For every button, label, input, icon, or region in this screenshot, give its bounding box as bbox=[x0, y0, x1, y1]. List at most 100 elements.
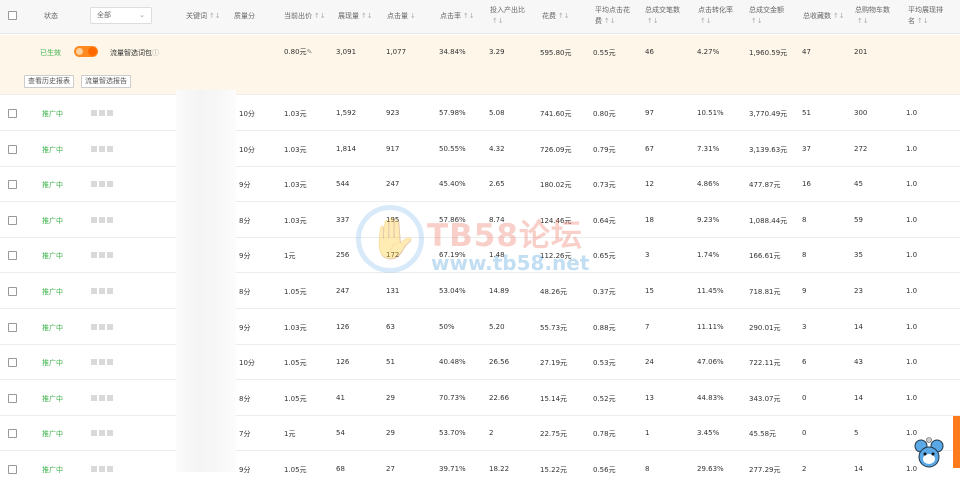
ctr-cell: 39.71% bbox=[439, 465, 466, 473]
clicks-cell: 247 bbox=[386, 180, 400, 189]
orders-cell: 13 bbox=[645, 393, 654, 402]
avg-cpc-cell: 0.64元 bbox=[593, 216, 616, 225]
header-bid[interactable]: 当前出价 ↑↓ bbox=[284, 11, 326, 22]
fav-cell: 37 bbox=[802, 144, 811, 153]
row-checkbox[interactable] bbox=[8, 393, 17, 403]
clicks-cell: 29 bbox=[386, 429, 395, 438]
orders-cell: 1 bbox=[645, 429, 650, 438]
select-all-checkbox[interactable] bbox=[8, 11, 17, 20]
row-checkbox[interactable] bbox=[8, 251, 17, 261]
avg-rank-cell: 1.0 bbox=[906, 251, 918, 260]
header-fav[interactable]: 总收藏数 ↑↓ bbox=[803, 11, 845, 22]
fav-cell: 8 bbox=[802, 215, 807, 224]
row-checkbox[interactable] bbox=[8, 429, 17, 439]
cart-cell: 300 bbox=[854, 109, 868, 117]
table-row: 推广中 9分 1.05元 68 27 39.71% 18.22 15.22元 0.56元 8 29.… bbox=[0, 452, 960, 486]
quality-cell: 8分 bbox=[239, 216, 251, 225]
bid-cell[interactable]: 1.05元 bbox=[284, 465, 307, 475]
header-clicks[interactable]: 点击量 ↓ bbox=[387, 11, 416, 22]
fav-cell: 16 bbox=[802, 180, 811, 189]
ctr-cell: 70.73% bbox=[439, 393, 466, 402]
impressions-cell: 126 bbox=[336, 358, 350, 367]
row-checkbox[interactable] bbox=[8, 215, 17, 225]
summary-orders: 46 bbox=[645, 48, 654, 56]
impressions-cell: 1,814 bbox=[336, 144, 357, 153]
mascot-icon[interactable] bbox=[914, 436, 944, 470]
table-row: 推广中 8分 1.05元 247 131 53.04% 14.89 48.26元 0.37元 15… bbox=[0, 274, 960, 309]
avg-cpc-cell: 0.53元 bbox=[593, 359, 616, 368]
bid-cell[interactable]: 1.03元 bbox=[284, 323, 307, 333]
bid-cell[interactable]: 1.05元 bbox=[284, 358, 307, 368]
row-status: 推广中 bbox=[42, 323, 63, 332]
avg-cpc-cell: 0.79元 bbox=[593, 145, 616, 154]
bid-cell[interactable]: 1.03元 bbox=[284, 180, 307, 190]
header-amount[interactable]: 总成交金额 ↑↓ bbox=[749, 5, 784, 27]
header-roi[interactable]: 投入产出比 ↑↓ bbox=[490, 5, 525, 27]
bid-cell[interactable]: 1.03元 bbox=[284, 216, 307, 226]
header-avg-rank[interactable]: 平均展现排名 ↑↓ bbox=[908, 5, 943, 27]
ctr-cell: 40.48% bbox=[439, 358, 466, 367]
amount-cell: 722.11元 bbox=[749, 359, 781, 368]
bid-cell[interactable]: 1.05元 bbox=[284, 394, 307, 404]
bid-cell[interactable]: 1.03元 bbox=[284, 109, 307, 119]
header-keyword[interactable]: 关键词 ↑↓ bbox=[186, 11, 221, 22]
bid-cell[interactable]: 1元 bbox=[284, 251, 295, 261]
row-action-placeholders bbox=[91, 359, 115, 367]
header-impressions[interactable]: 展现量 ↑↓ bbox=[338, 11, 373, 22]
watermark-text: TB58论坛 bbox=[427, 218, 583, 254]
view-history-report-button[interactable]: 查看历史报表 bbox=[24, 75, 74, 88]
amount-cell: 343.07元 bbox=[749, 394, 781, 403]
ctr-cell: 53.70% bbox=[439, 429, 466, 438]
header-cost[interactable]: 花费 ↑↓ bbox=[542, 11, 570, 22]
row-status: 推广中 bbox=[42, 288, 63, 296]
header-avg-cpc[interactable]: 平均点击花费 ↑↓ bbox=[595, 5, 630, 27]
header-cvr[interactable]: 点击转化率 ↑↓ bbox=[698, 5, 733, 27]
table-row: 推广中 8分 1.05元 41 29 70.73% 22.66 15.14元 0.52元 13 44… bbox=[0, 381, 960, 416]
roi-cell: 4.32 bbox=[489, 144, 505, 153]
impressions-cell: 68 bbox=[336, 465, 345, 473]
row-status: 推广中 bbox=[42, 110, 63, 118]
fav-cell: 0 bbox=[802, 429, 807, 438]
row-action-placeholders bbox=[91, 466, 115, 474]
bid-cell[interactable]: 1元 bbox=[284, 429, 295, 439]
status-filter-select[interactable]: 全部 ⌄ bbox=[90, 7, 152, 24]
info-icon: ⓘ bbox=[152, 49, 159, 57]
row-checkbox[interactable] bbox=[8, 180, 17, 190]
avg-cpc-cell: 0.52元 bbox=[593, 394, 616, 403]
cvr-cell: 47.06% bbox=[697, 358, 724, 367]
row-checkbox[interactable] bbox=[8, 358, 17, 368]
roi-cell: 26.56 bbox=[489, 358, 510, 367]
row-checkbox[interactable] bbox=[8, 465, 17, 474]
sort-icon: ↑↓ bbox=[209, 12, 221, 20]
impressions-cell: 544 bbox=[336, 180, 350, 189]
row-status: 推广中 bbox=[42, 145, 63, 154]
side-feedback-tab[interactable] bbox=[953, 416, 960, 468]
package-name: 流量智选词包ⓘ bbox=[110, 49, 159, 57]
amount-cell: 1,088.44元 bbox=[749, 216, 788, 225]
summary-avg-cpc: 0.55元 bbox=[593, 49, 616, 57]
cost-cell: 55.73元 bbox=[540, 323, 568, 332]
bid-cell[interactable]: 1.05元 bbox=[284, 287, 307, 297]
summary-fav: 47 bbox=[802, 48, 811, 56]
package-toggle[interactable] bbox=[74, 46, 98, 57]
avg-cpc-cell: 0.73元 bbox=[593, 181, 616, 190]
watermark-url: www.tb58.net bbox=[431, 251, 590, 275]
row-checkbox[interactable] bbox=[8, 322, 17, 332]
quality-cell: 10分 bbox=[239, 359, 255, 368]
traffic-report-button[interactable]: 流量智选报告 bbox=[81, 75, 131, 88]
roi-cell: 2 bbox=[489, 429, 494, 438]
header-orders[interactable]: 总成交笔数 ↑↓ bbox=[645, 5, 680, 27]
header-cart[interactable]: 总购物车数 ↑↓ bbox=[855, 5, 890, 27]
cvr-cell: 11.45% bbox=[697, 287, 724, 295]
summary-bid[interactable]: 0.80元✎ bbox=[284, 47, 312, 57]
row-checkbox[interactable] bbox=[8, 109, 17, 118]
row-checkbox[interactable] bbox=[8, 287, 17, 296]
header-ctr[interactable]: 点击率 ↑↓ bbox=[440, 11, 475, 22]
bid-cell[interactable]: 1.03元 bbox=[284, 145, 307, 155]
avg-rank-cell: 1.0 bbox=[906, 109, 918, 117]
cvr-cell: 29.63% bbox=[697, 465, 724, 473]
cost-cell: 15.14元 bbox=[540, 394, 568, 403]
row-checkbox[interactable] bbox=[8, 144, 17, 154]
summary-ctr: 34.84% bbox=[439, 48, 466, 56]
fav-cell: 0 bbox=[802, 393, 807, 402]
